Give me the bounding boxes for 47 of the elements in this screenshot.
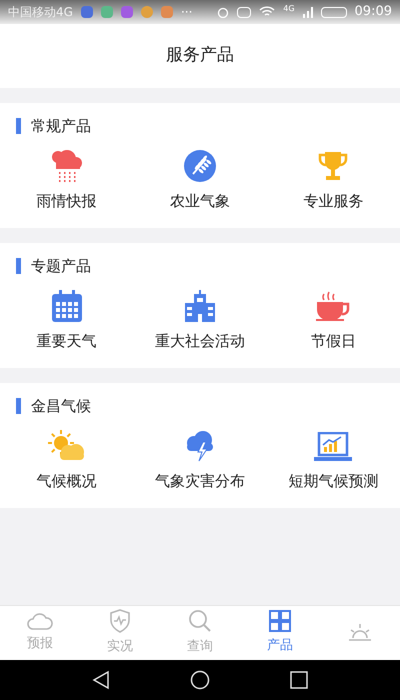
product-item[interactable]: 气候概况	[0, 426, 134, 492]
notification-icon	[100, 6, 113, 18]
tab-item[interactable]: 产品	[240, 606, 320, 660]
product-item[interactable]: 重大社会活动	[133, 286, 267, 352]
product-item[interactable]: 专业服务	[266, 146, 400, 212]
section-title: 金昌气候	[31, 396, 91, 417]
product-item[interactable]: 重要天气	[0, 286, 134, 352]
product-item[interactable]: 气象灾害分布	[133, 426, 267, 492]
cup-icon	[316, 290, 350, 322]
cloud-icon	[27, 612, 53, 630]
wifi-icon	[259, 6, 276, 18]
carrier-text: 中国移动4G	[8, 4, 73, 21]
hd-icon	[237, 6, 252, 18]
laptop-chart-icon	[314, 432, 352, 462]
search-icon	[188, 609, 212, 634]
rain-cloud-icon	[50, 148, 84, 182]
signal-icon	[302, 6, 313, 18]
product-item[interactable]: 节假日	[266, 286, 400, 352]
notification-icon	[140, 6, 153, 18]
calendar-icon	[52, 290, 82, 322]
notification-icon	[160, 6, 173, 18]
section-marker	[16, 258, 21, 274]
page-title: 服务产品	[166, 44, 234, 68]
sunrise-icon	[347, 622, 373, 644]
trophy-icon	[317, 150, 350, 182]
notification-icon	[120, 6, 133, 18]
recent-apps-icon[interactable]	[290, 671, 308, 689]
battery-icon	[320, 6, 347, 18]
product-item[interactable]: 短期气候预测	[266, 426, 400, 492]
section-marker	[16, 398, 21, 414]
alarm-icon	[217, 6, 230, 18]
building-icon	[184, 290, 216, 322]
grid-icon	[269, 610, 291, 632]
product-item[interactable]: 雨情快报	[0, 146, 134, 212]
product-item[interactable]: 农业气象	[133, 146, 267, 212]
back-icon[interactable]	[92, 670, 110, 690]
section-title: 常规产品	[31, 116, 91, 137]
section-title: 专题产品	[31, 256, 91, 277]
home-icon[interactable]	[190, 670, 210, 690]
sun-cloud-icon	[48, 430, 86, 462]
shield-pulse-icon	[109, 609, 131, 634]
network-type-text: 4G	[283, 3, 295, 15]
wheat-icon	[184, 150, 216, 182]
time-text: 09:09	[354, 3, 392, 22]
notification-icon	[80, 6, 93, 18]
more-notifications-text: ···	[180, 4, 192, 21]
section-marker	[16, 118, 21, 134]
